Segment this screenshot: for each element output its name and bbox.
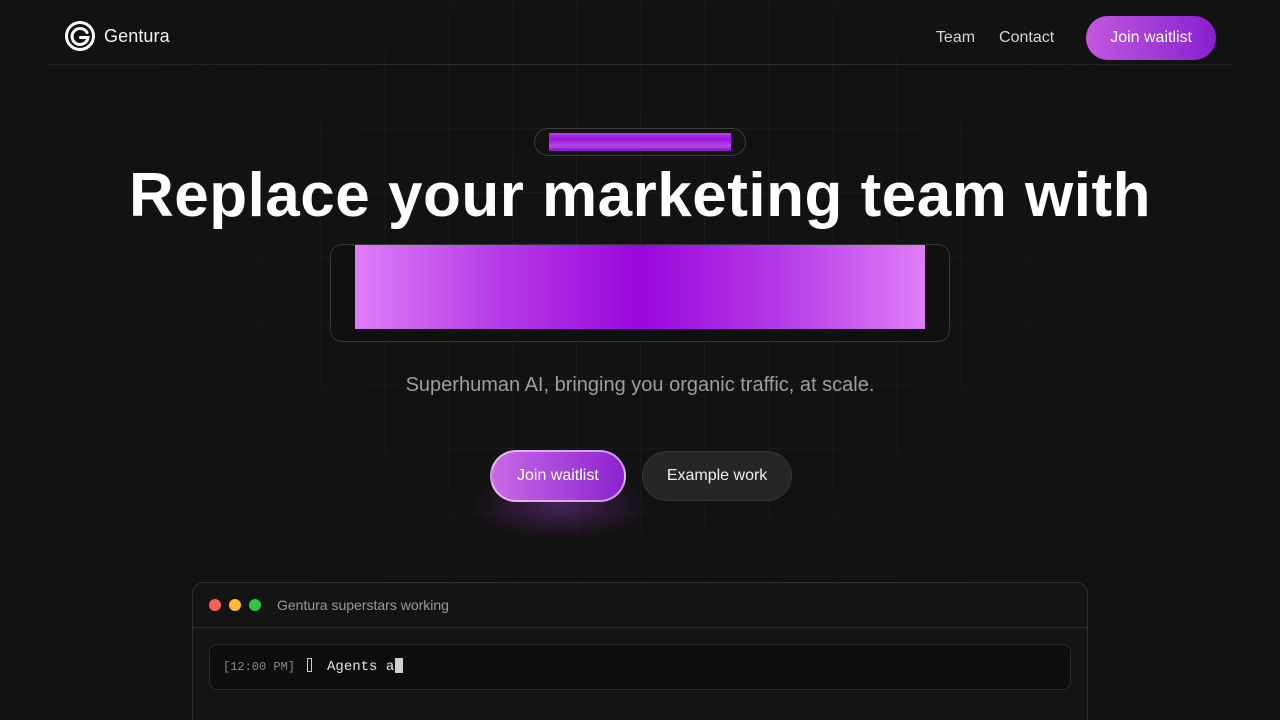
- hero-cta-row: Join waitlist Example work: [490, 450, 793, 502]
- brand[interactable]: Gentura: [64, 20, 170, 52]
- nav-link-contact[interactable]: Contact: [999, 29, 1054, 47]
- hero-join-waitlist-button[interactable]: Join waitlist: [490, 450, 626, 502]
- close-dot-icon: [209, 599, 221, 611]
- log-timestamp: [12:00 PM]: [223, 660, 296, 674]
- example-work-button[interactable]: Example work: [641, 451, 793, 501]
- terminal-log-line: [12:00 PM] Agents a: [209, 644, 1071, 690]
- log-text: Agents a: [327, 659, 395, 675]
- maximize-dot-icon: [249, 599, 261, 611]
- landing-page: Gentura Team Contact Join waitlist Repla…: [0, 0, 1280, 720]
- minimize-dot-icon: [229, 599, 241, 611]
- announcement-pill-highlight: [549, 133, 731, 151]
- terminal-header: Gentura superstars working: [193, 583, 1087, 628]
- hero-highlight-gradient: [355, 245, 925, 329]
- announcement-pill: [534, 128, 746, 156]
- hero-title: Replace your marketing team with: [128, 161, 1152, 230]
- terminal-window: Gentura superstars working [12:00 PM] Ag…: [192, 582, 1088, 720]
- nav-link-team[interactable]: Team: [936, 29, 975, 47]
- gentura-logo-icon: [65, 21, 95, 51]
- top-navigation: Gentura Team Contact Join waitlist: [48, 0, 1232, 65]
- nav-links: Team Contact Join waitlist: [936, 16, 1216, 60]
- hero-subtitle: Superhuman AI, bringing you organic traf…: [405, 374, 875, 396]
- terminal-title: Gentura superstars working: [277, 597, 449, 613]
- terminal-cursor: [395, 657, 404, 673]
- brand-name: Gentura: [104, 25, 170, 46]
- missing-glyph-icon: [307, 658, 313, 672]
- nav-join-waitlist-button[interactable]: Join waitlist: [1086, 16, 1216, 60]
- hero-highlight-box: [330, 244, 950, 342]
